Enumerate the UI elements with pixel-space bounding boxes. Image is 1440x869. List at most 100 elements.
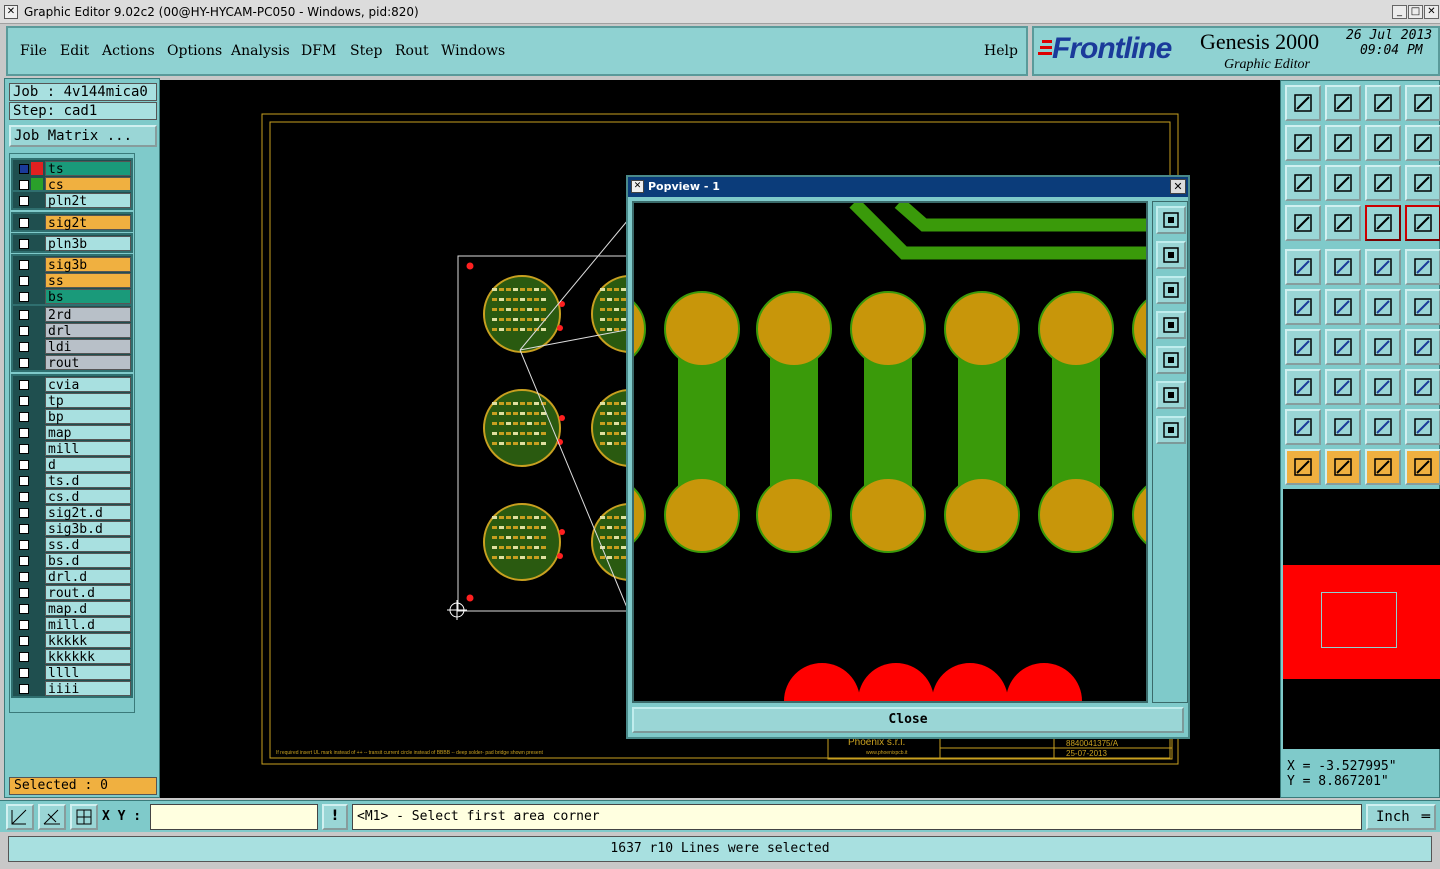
- layer-checkbox[interactable]: [19, 276, 29, 286]
- layer-checkbox[interactable]: [19, 556, 29, 566]
- layer-checkbox[interactable]: [19, 652, 29, 662]
- layer-name[interactable]: llll: [45, 665, 131, 681]
- triangle-icon[interactable]: [1285, 409, 1321, 445]
- popview-canvas[interactable]: [632, 201, 1148, 703]
- layer-name[interactable]: cs.d: [45, 489, 131, 505]
- route-icon[interactable]: [1405, 449, 1440, 485]
- menu-help[interactable]: Help: [984, 43, 1018, 59]
- layer-row-iiii[interactable]: iiii: [13, 681, 131, 697]
- layer-row-llll[interactable]: llll: [13, 665, 131, 681]
- overview-viewport[interactable]: [1321, 592, 1397, 648]
- layer-name[interactable]: mill.d: [45, 617, 131, 633]
- layer-name[interactable]: map.d: [45, 601, 131, 617]
- layer-checkbox[interactable]: [19, 508, 29, 518]
- text-icon[interactable]: [1405, 329, 1440, 365]
- layer-row-drl[interactable]: drl: [13, 323, 131, 339]
- layer-row-rout.d[interactable]: rout.d: [13, 585, 131, 601]
- layer-row-ldi[interactable]: ldi: [13, 339, 131, 355]
- layer-row-d[interactable]: d: [13, 457, 131, 473]
- snap-icon[interactable]: [6, 804, 34, 830]
- menu-options[interactable]: Options: [167, 43, 222, 59]
- snap-red2-icon[interactable]: [1405, 205, 1440, 241]
- layer-checkbox[interactable]: [19, 196, 29, 206]
- pan-left-icon[interactable]: [1156, 311, 1186, 339]
- info-icon[interactable]: !: [322, 804, 348, 830]
- menu-actions[interactable]: Actions: [102, 43, 155, 59]
- layer-name[interactable]: map: [45, 425, 131, 441]
- triangle2-icon[interactable]: [1325, 409, 1361, 445]
- layer-row-cs.d[interactable]: cs.d: [13, 489, 131, 505]
- layer-row-ss[interactable]: ss: [13, 273, 131, 289]
- menu-step[interactable]: Step: [350, 43, 382, 59]
- layer-checkbox[interactable]: [19, 164, 29, 174]
- layer-name[interactable]: ldi: [45, 339, 131, 355]
- layer-checkbox[interactable]: [19, 668, 29, 678]
- layer-row-drl.d[interactable]: drl.d: [13, 569, 131, 585]
- layer-name[interactable]: bs.d: [45, 553, 131, 569]
- tool-settings-icon[interactable]: [1285, 205, 1321, 241]
- layer-name[interactable]: cvia: [45, 377, 131, 393]
- zoom-center-icon[interactable]: [1325, 165, 1361, 201]
- layer-row-kkkkkk[interactable]: kkkkkk: [13, 649, 131, 665]
- pointer3-icon[interactable]: [1365, 449, 1401, 485]
- layer-checkbox[interactable]: [19, 260, 29, 270]
- layer-row-tp[interactable]: tp: [13, 393, 131, 409]
- layer-row-bs.d[interactable]: bs.d: [13, 553, 131, 569]
- job-matrix-button[interactable]: Job Matrix ...: [9, 125, 157, 147]
- pointer-icon[interactable]: [1285, 449, 1321, 485]
- slope-icon[interactable]: [1285, 329, 1321, 365]
- dimension-icon[interactable]: [1365, 369, 1401, 405]
- layer-row-kkkkk[interactable]: kkkkk: [13, 633, 131, 649]
- move-down-icon[interactable]: [1325, 85, 1361, 121]
- layer-row-ss.d[interactable]: ss.d: [13, 537, 131, 553]
- layer-row-map.d[interactable]: map.d: [13, 601, 131, 617]
- layer-name[interactable]: drl: [45, 323, 131, 339]
- layer-name[interactable]: 2rd: [45, 307, 131, 323]
- connect-icon[interactable]: [1285, 289, 1321, 325]
- zoom-fit-icon[interactable]: [1156, 381, 1186, 409]
- xy-input[interactable]: [150, 804, 318, 830]
- layer-checkbox[interactable]: [19, 476, 29, 486]
- shape-icon[interactable]: [1405, 369, 1440, 405]
- line-node-icon[interactable]: [1365, 289, 1401, 325]
- grid-icon[interactable]: [70, 804, 98, 830]
- layer-name[interactable]: bp: [45, 409, 131, 425]
- move-left-icon[interactable]: [1285, 125, 1321, 161]
- layer-checkbox[interactable]: [19, 326, 29, 336]
- layer-checkbox[interactable]: [19, 684, 29, 694]
- swap-icon[interactable]: [1405, 125, 1440, 161]
- layer-name[interactable]: ss.d: [45, 537, 131, 553]
- layer-row-cvia[interactable]: cvia: [13, 377, 131, 393]
- undo-view-icon[interactable]: [1365, 125, 1401, 161]
- layer-name[interactable]: pln3b: [45, 236, 131, 252]
- scale-1to2-icon[interactable]: [1365, 165, 1401, 201]
- layer-name[interactable]: ss: [45, 273, 131, 289]
- record-icon[interactable]: [1405, 249, 1440, 285]
- menu-file[interactable]: File: [20, 43, 47, 59]
- layer-row-mill.d[interactable]: mill.d: [13, 617, 131, 633]
- zoom-home-icon[interactable]: [1156, 416, 1186, 444]
- delete-node-icon[interactable]: [1325, 289, 1361, 325]
- pan-down-icon[interactable]: [1156, 276, 1186, 304]
- pan-up-icon[interactable]: [1156, 241, 1186, 269]
- menu-dfm[interactable]: DFM: [301, 43, 336, 59]
- layer-row-rout[interactable]: rout: [13, 355, 131, 371]
- minimize-icon[interactable]: _: [1392, 5, 1407, 19]
- layer-checkbox[interactable]: [19, 444, 29, 454]
- layer-checkbox[interactable]: [19, 588, 29, 598]
- layer-name[interactable]: kkkkk: [45, 633, 131, 649]
- layer-name[interactable]: kkkkkk: [45, 649, 131, 665]
- layer-checkbox[interactable]: [19, 412, 29, 422]
- layer-name[interactable]: drl.d: [45, 569, 131, 585]
- layer-checkbox[interactable]: [19, 292, 29, 302]
- menu-windows[interactable]: Windows: [441, 43, 505, 59]
- layer-checkbox[interactable]: [19, 180, 29, 190]
- layer-checkbox[interactable]: [19, 380, 29, 390]
- layer-checkbox[interactable]: [19, 604, 29, 614]
- pan-right-icon[interactable]: [1156, 346, 1186, 374]
- layer-row-2rd[interactable]: 2rd: [13, 307, 131, 323]
- overview-map[interactable]: [1283, 489, 1440, 749]
- layer-row-map[interactable]: map: [13, 425, 131, 441]
- layer-name[interactable]: sig2t.d: [45, 505, 131, 521]
- close-icon[interactable]: ✕: [1424, 5, 1439, 19]
